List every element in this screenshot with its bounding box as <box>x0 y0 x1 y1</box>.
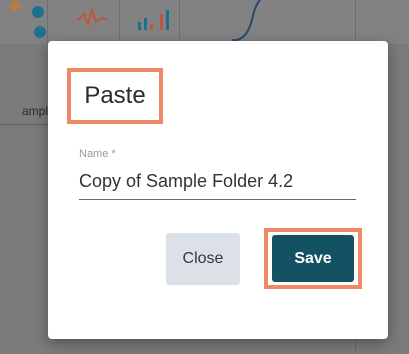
background-partial-label: ampl <box>21 104 48 118</box>
save-button[interactable]: Save <box>272 235 354 282</box>
save-button-highlight: Save <box>264 228 362 289</box>
background-chart-strip <box>0 0 409 45</box>
background-bar-thumbnail <box>132 0 180 45</box>
paste-dialog: Paste Name * Close Save <box>48 41 388 339</box>
close-button[interactable]: Close <box>166 233 240 285</box>
curve-chart-icon <box>231 0 261 42</box>
background-line-thumbnail <box>72 0 120 45</box>
line-chart-icon <box>77 6 109 28</box>
background-scatter-thumbnail <box>0 0 48 45</box>
name-field[interactable] <box>79 164 356 200</box>
background-divider <box>0 124 48 125</box>
dialog-title: Paste <box>84 82 146 109</box>
scatter-chart-icon <box>10 1 46 38</box>
name-field-label: Name * <box>79 148 116 160</box>
bar-chart-icon <box>138 10 169 30</box>
dialog-title-highlight: Paste <box>67 68 163 124</box>
background-curve-thumbnail <box>222 0 270 45</box>
